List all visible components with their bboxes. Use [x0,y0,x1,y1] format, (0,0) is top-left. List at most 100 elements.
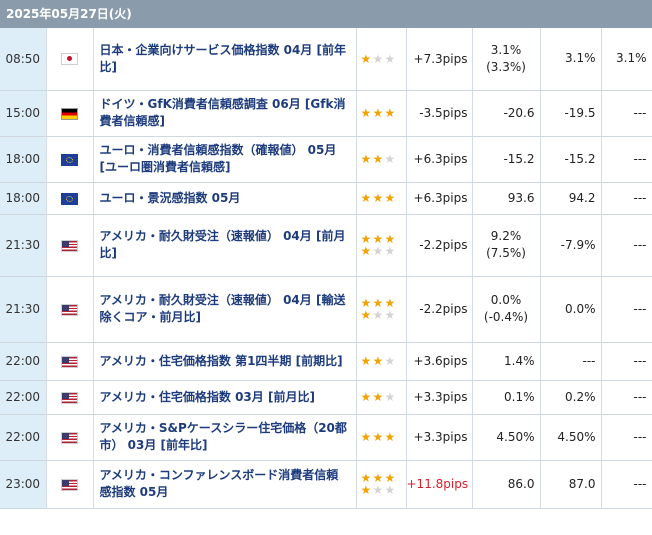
star-filled-icon: ★ [384,191,396,205]
event-time: 08:50 [0,28,47,91]
importance-stars: ★★★★★★ [361,297,399,321]
event-result: 93.6 [472,182,541,215]
event-result: 9.2%(7.5%) [472,214,541,277]
event-pips: +6.3pips [406,136,473,183]
importance-stars: ★★★ [361,107,399,119]
event-row[interactable]: 23:00 アメリカ・コンファレンスボード消費者信頼感指数 05月 ★★★★★★ +1… [0,460,652,509]
event-importance: ★★★ [356,342,407,381]
usa-flag-icon [61,303,78,316]
event-country [46,414,94,461]
event-time: 21:30 [0,214,47,277]
star-filled-icon: ★ [360,244,372,258]
usa-flag-icon [61,478,78,491]
event-importance: ★★★ [356,28,407,91]
importance-stars: ★★★★★★ [361,233,399,257]
germany-flag-icon [61,107,78,120]
event-name[interactable]: アメリカ・耐久財受注（速報値） 04月 [前月比] [93,214,357,277]
event-importance: ★★★ [356,414,407,461]
star-empty-icon: ★ [372,51,384,66]
star-empty-icon: ★ [384,308,396,322]
event-row[interactable]: 18:00 ユーロ・消費者信頼感指数（確報値） 05月 [ユーロ圏消費者信頼感] ★… [0,136,652,183]
star-filled-icon: ★ [372,430,384,444]
event-row[interactable]: 15:00 ドイツ・GfK消費者信頼感調査 06月 [Gfk消費者信頼感] ★★★ -… [0,90,652,137]
star-empty-icon: ★ [384,152,396,166]
event-name[interactable]: アメリカ・住宅価格指数 03月 [前月比] [93,380,357,415]
event-time: 23:00 [0,460,47,509]
event-country [46,182,94,215]
importance-stars: ★★★ [361,153,399,165]
event-name[interactable]: アメリカ・耐久財受注（速報値） 04月 [輸送除くコア・前月比] [93,276,357,343]
star-filled-icon: ★ [360,106,372,120]
event-result: 1.4% [472,342,541,381]
event-name[interactable]: ドイツ・GfK消費者信頼感調査 06月 [Gfk消費者信頼感] [93,90,357,137]
event-row[interactable]: 21:30 アメリカ・耐久財受注（速報値） 04月 [前月比] ★★★★★★ -2.2… [0,214,652,277]
importance-stars: ★★★ [361,355,399,367]
event-row[interactable]: 22:00 アメリカ・住宅価格指数 03月 [前月比] ★★★ +3.3pips 0.1… [0,380,652,415]
event-name[interactable]: アメリカ・住宅価格指数 第1四半期 [前期比] [93,342,357,381]
star-filled-icon: ★ [360,152,372,166]
star-filled-icon: ★ [360,308,372,322]
event-name[interactable]: ユーロ・消費者信頼感指数（確報値） 05月 [ユーロ圏消費者信頼感] [93,136,357,183]
event-result: -20.6 [472,90,541,137]
event-previous: --- [601,90,652,137]
event-importance: ★★★★★★ [356,214,407,277]
event-forecast: 87.0 [540,460,602,509]
event-previous: 3.1% [601,28,652,91]
event-previous: --- [601,380,652,415]
event-previous: --- [601,414,652,461]
date-header-label: 2025年05月27日(火) [6,7,132,21]
event-country [46,380,94,415]
star-empty-icon: ★ [384,354,396,368]
eu-flag-icon [61,192,78,205]
event-importance: ★★★ [356,136,407,183]
event-row[interactable]: 22:00 アメリカ・住宅価格指数 第1四半期 [前期比] ★★★ +3.6pips 1… [0,342,652,381]
star-filled-icon: ★ [360,483,372,497]
event-forecast: 4.50% [540,414,602,461]
star-filled-icon: ★ [372,390,384,404]
event-time: 22:00 [0,414,47,461]
event-name[interactable]: アメリカ・S&Pケースシラー住宅価格（20都市） 03月 [前年比] [93,414,357,461]
event-result: -15.2 [472,136,541,183]
event-result: 4.50% [472,414,541,461]
event-time: 15:00 [0,90,47,137]
star-filled-icon: ★ [384,430,396,444]
event-forecast: -7.9% [540,214,602,277]
usa-flag-icon [61,239,78,252]
event-previous: --- [601,460,652,509]
event-name[interactable]: ユーロ・景況感指数 05月 [93,182,357,215]
event-importance: ★★★★★★ [356,460,407,509]
event-result: 0.1% [472,380,541,415]
event-importance: ★★★ [356,182,407,215]
event-time: 22:00 [0,342,47,381]
event-row[interactable]: 08:50 日本・企業向けサービス価格指数 04月 [前年比] ★★★ +7.3pip… [0,28,652,91]
event-pips: +3.6pips [406,342,473,381]
star-empty-icon: ★ [384,483,396,497]
star-filled-icon: ★ [384,106,396,120]
event-name[interactable]: アメリカ・コンファレンスボード消費者信頼感指数 05月 [93,460,357,509]
event-result: 0.0%(-0.4%) [472,276,541,343]
event-country [46,90,94,137]
event-row[interactable]: 21:30 アメリカ・耐久財受注（速報値） 04月 [輸送除くコア・前月比] ★★★… [0,276,652,343]
event-name[interactable]: 日本・企業向けサービス価格指数 04月 [前年比] [93,28,357,91]
event-result: 86.0 [472,460,541,509]
star-filled-icon: ★ [360,430,372,444]
event-previous: --- [601,276,652,343]
event-country [46,28,94,91]
usa-flag-icon [61,391,78,404]
event-country [46,460,94,509]
event-row[interactable]: 22:00 アメリカ・S&Pケースシラー住宅価格（20都市） 03月 [前年比] ★… [0,414,652,461]
event-pips: -2.2pips [406,214,473,277]
event-time: 22:00 [0,380,47,415]
eu-flag-icon [61,153,78,166]
event-pips: +3.3pips [406,380,473,415]
event-country [46,276,94,343]
star-empty-icon: ★ [372,483,384,497]
importance-stars: ★★★ [361,391,399,403]
event-importance: ★★★ [356,90,407,137]
event-row[interactable]: 18:00 ユーロ・景況感指数 05月 ★★★ +6.3pips 93.6 94.2 --- [0,182,652,215]
event-forecast: 94.2 [540,182,602,215]
event-forecast: --- [540,342,602,381]
star-filled-icon: ★ [372,354,384,368]
japan-flag-icon [61,53,78,66]
event-country [46,342,94,381]
